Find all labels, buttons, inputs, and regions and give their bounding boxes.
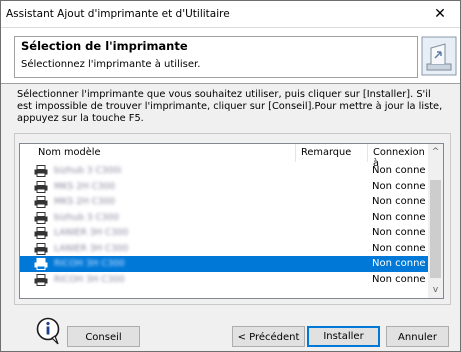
header-panel: Sélection de l'imprimante Sélectionnez l… — [1, 27, 460, 84]
column-header-model[interactable]: Nom modèle — [38, 147, 101, 158]
connection-status: Non conne — [372, 211, 426, 223]
printer-icon — [34, 258, 48, 270]
title-bar: Assistant Ajout d'imprimante et d'Utilit… — [1, 1, 460, 27]
info-icon — [36, 317, 62, 345]
connection-status: Non conne — [372, 180, 426, 192]
connection-status: Non conne — [372, 258, 426, 269]
connection-status: Non conne — [372, 242, 426, 254]
list-rows: bizhub 3 C300i Non conne MKS 2H C300 Non… — [20, 163, 428, 287]
instructions-text: Sélectionner l'imprimante que vous souha… — [17, 89, 443, 124]
model-name: LANIER 3H C300 — [54, 228, 129, 238]
header-frame: Sélection de l'imprimante Sélectionnez l… — [14, 36, 418, 78]
list-item[interactable]: bizhub 3 C300i Non conne — [20, 163, 428, 179]
printer-icon — [34, 196, 48, 208]
printer-icon — [34, 242, 48, 255]
printer-list[interactable]: Nom modèle Remarque Connexion à bizhub 3… — [19, 143, 444, 299]
connection-status: Non conne — [372, 227, 426, 238]
model-name: RICOH 3H C300 — [54, 274, 125, 285]
printer-icon — [34, 227, 48, 239]
dialog-window: Assistant Ajout d'imprimante et d'Utilit… — [0, 0, 461, 352]
printer-icon — [34, 180, 48, 193]
list-item[interactable]: bizhub 3 C300 Non conne — [20, 210, 428, 226]
page-subtitle: Sélectionnez l'imprimante à utiliser. — [21, 59, 201, 70]
list-header: Nom modèle Remarque Connexion à — [20, 144, 428, 169]
model-name: LANIER 3H C300 — [54, 243, 129, 254]
model-name: bizhub 3 C300 — [54, 212, 119, 223]
list-item[interactable]: LANIER 3H C300 Non conne — [20, 241, 428, 257]
list-item[interactable]: MKS 2H C300 Non conne — [20, 179, 428, 195]
installer-button[interactable]: Installer — [307, 326, 380, 347]
scroll-thumb[interactable] — [430, 180, 441, 278]
vertical-scrollbar[interactable]: ^ v — [428, 144, 443, 298]
annuler-button[interactable]: Annuler — [386, 326, 449, 347]
conseil-button[interactable]: Conseil — [67, 326, 140, 347]
window-title: Assistant Ajout d'imprimante et d'Utilit… — [6, 8, 230, 20]
scroll-up-button[interactable]: ^ — [428, 144, 443, 160]
column-separator[interactable] — [295, 144, 296, 162]
list-item[interactable]: RICOH 3H C300 Non conne — [20, 272, 428, 288]
printer-icon — [34, 165, 48, 177]
column-separator[interactable] — [367, 144, 368, 162]
printer-setup-icon — [421, 36, 457, 76]
model-name: bizhub 3 C300i — [54, 166, 122, 176]
list-item[interactable]: LANIER 3H C300 Non conne — [20, 225, 428, 241]
close-button[interactable]: ✕ — [420, 1, 460, 27]
connection-status: Non conne — [372, 273, 426, 285]
printer-icon — [34, 273, 48, 286]
connection-status: Non conne — [372, 196, 426, 207]
list-item[interactable]: MKS 2H C300 Non conne — [20, 194, 428, 210]
column-header-remark[interactable]: Remarque — [301, 147, 351, 158]
page-title: Sélection de l'imprimante — [21, 39, 188, 53]
precedent-button[interactable]: < Précédent — [232, 326, 305, 347]
scroll-down-button[interactable]: v — [428, 282, 443, 298]
printer-icon — [34, 211, 48, 224]
list-item-selected[interactable]: RICOH 3H C300 Non conne — [20, 256, 428, 272]
model-name: MKS 2H C300 — [54, 197, 116, 207]
model-name: RICOH 3H C300 — [54, 259, 125, 269]
connection-status: Non conne — [372, 165, 426, 176]
model-name: MKS 2H C300 — [54, 181, 116, 192]
